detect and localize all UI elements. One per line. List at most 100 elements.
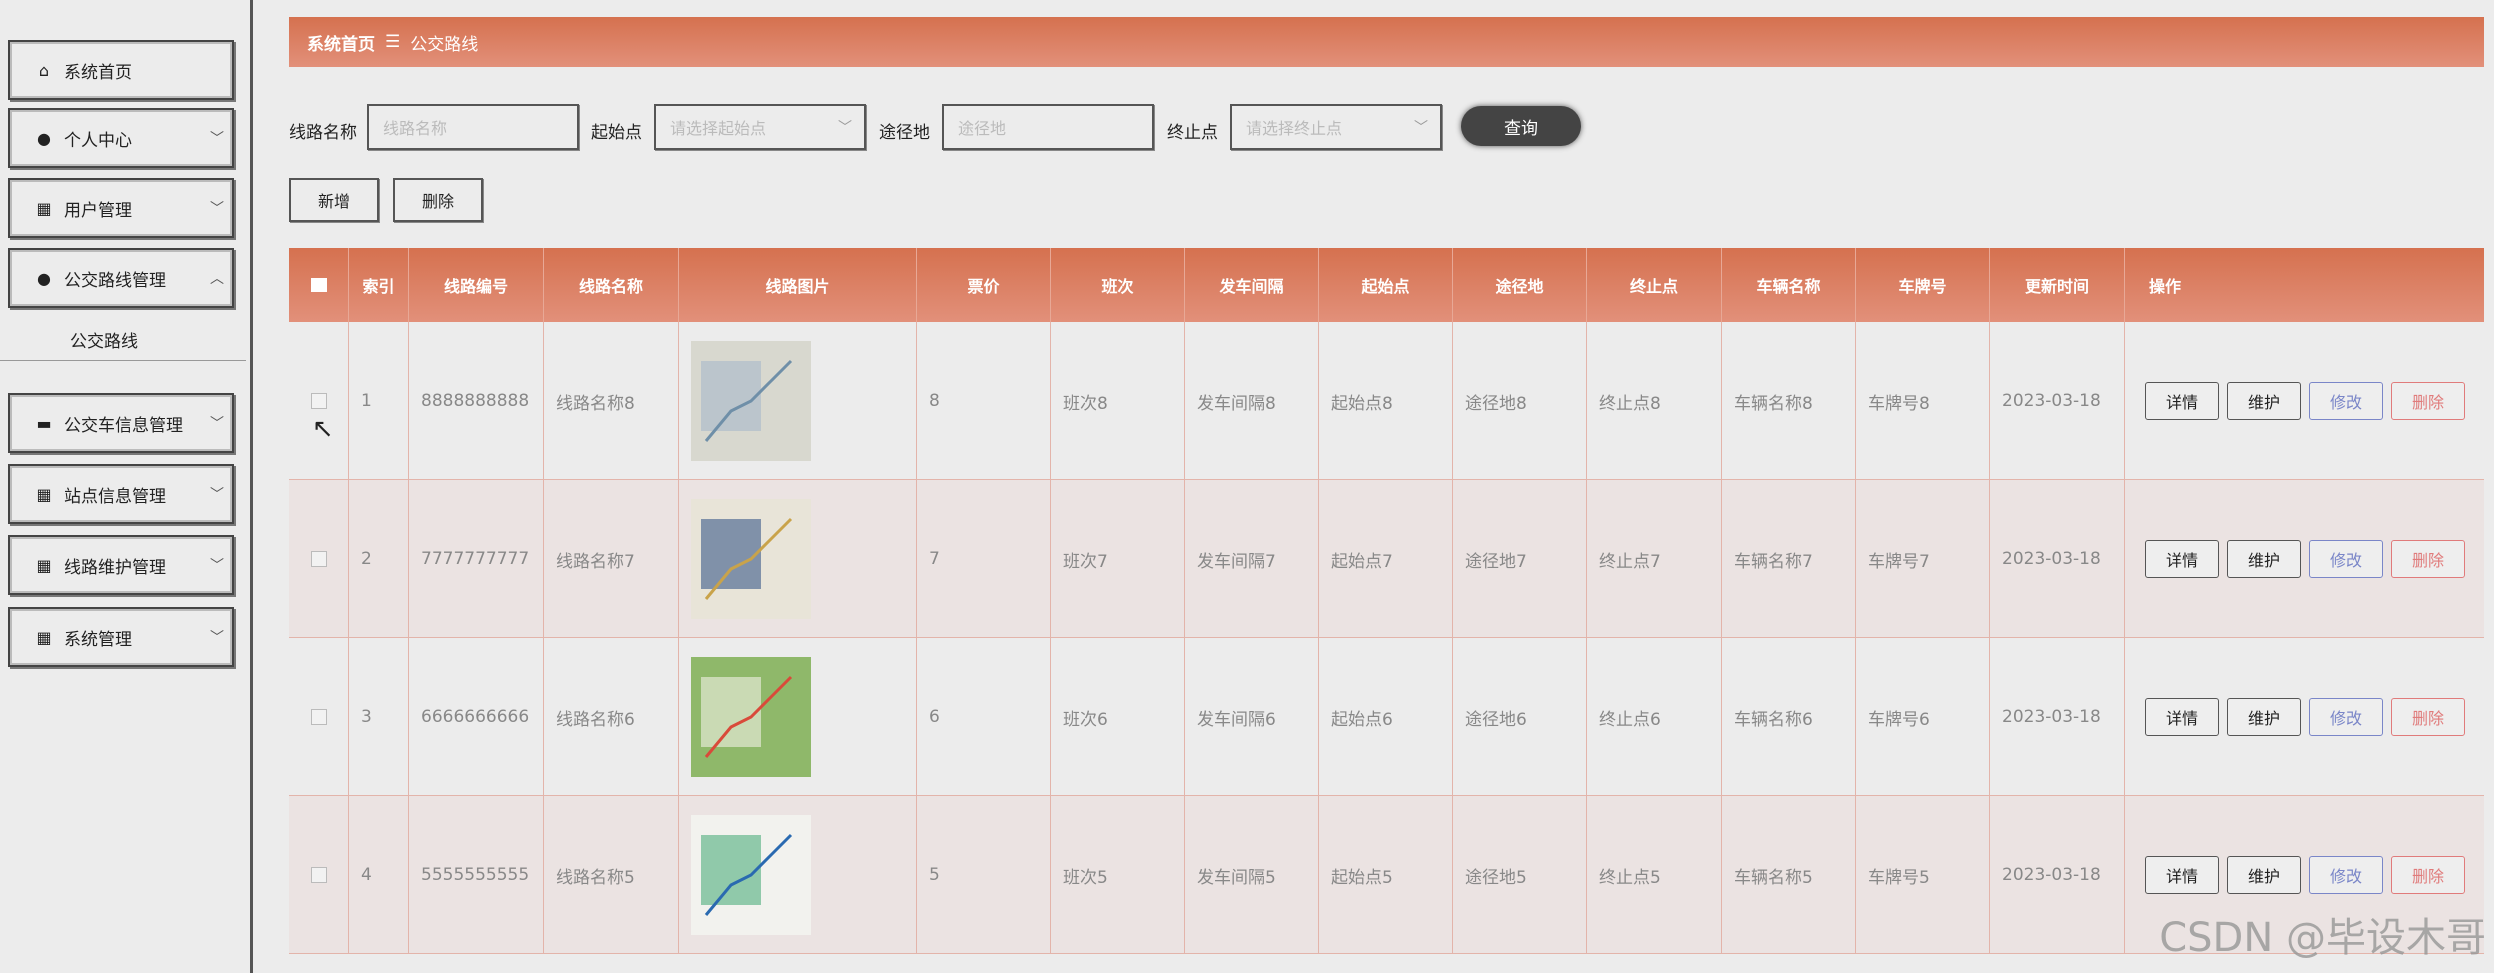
edit-button[interactable]: 修改: [2309, 382, 2383, 420]
sidebar-item-system[interactable]: ▦ 系统管理 ﹀: [8, 607, 234, 667]
sidebar-item-label: 系统首页: [64, 62, 132, 83]
select-all-checkbox[interactable]: [289, 248, 349, 322]
name-value: 线路名称8: [556, 393, 635, 414]
plate-value: 车牌号5: [1868, 867, 1930, 888]
cell-name: 线路名称6: [544, 638, 679, 796]
vehicle-value: 车辆名称5: [1734, 867, 1813, 888]
cell-index: 3: [349, 638, 409, 796]
edit-button[interactable]: 修改: [2309, 540, 2383, 578]
sidebar-item-stations[interactable]: ▦ 站点信息管理 ﹀: [8, 464, 234, 524]
sidebar-item-label: 系统管理: [64, 629, 132, 650]
cell-code: 8888888888: [409, 322, 544, 480]
delete-button[interactable]: 删除: [2391, 540, 2465, 578]
grid-icon: ▦: [36, 555, 52, 575]
end-label: 终止点: [1167, 123, 1218, 143]
cell-code: 5555555555: [409, 796, 544, 954]
breadcrumb: 系统首页 ☰ 公交路线: [289, 17, 2484, 67]
cell-end: 终止点8: [1587, 322, 1722, 480]
header-label: 车辆名称: [1756, 277, 1821, 296]
sidebar-item-bus-info[interactable]: ▬ 公交车信息管理 ﹀: [8, 393, 234, 453]
cell-start: 起始点5: [1319, 796, 1453, 954]
query-button[interactable]: 查询: [1461, 106, 1581, 146]
code-value: 6666666666: [421, 707, 530, 727]
row-checkbox[interactable]: [310, 867, 327, 883]
delete-button[interactable]: 删除: [2391, 698, 2465, 736]
message-icon: ▬: [36, 413, 52, 433]
sidebar-item-home[interactable]: ⌂ 系统首页: [8, 40, 234, 100]
sidebar-item-route-maintenance[interactable]: ▦ 线路维护管理 ﹀: [8, 535, 234, 595]
delete-button-label: 删除: [421, 192, 454, 211]
cell-name: 线路名称7: [544, 480, 679, 638]
sidebar-item-bus-routes[interactable]: ● 公交路线管理 ︿: [8, 248, 234, 308]
route-name-input[interactable]: 线路名称: [367, 104, 579, 150]
header-label: 终止点: [1629, 277, 1678, 296]
edit-button[interactable]: 修改: [2309, 698, 2383, 736]
detail-button[interactable]: 详情: [2145, 698, 2219, 736]
checkbox-cell: [289, 480, 349, 638]
end-value: 终止点7: [1599, 551, 1661, 572]
cell-plate: 车牌号5: [1856, 796, 1990, 954]
end-select[interactable]: 请选择终止点 ﹀: [1230, 104, 1442, 150]
detail-button[interactable]: 详情: [2145, 382, 2219, 420]
edit-button[interactable]: 修改: [2309, 856, 2383, 894]
route-map-thumbnail[interactable]: [691, 341, 811, 461]
sidebar-item-label: 站点信息管理: [64, 486, 166, 507]
updated-value: 2023-03-18: [2002, 865, 2101, 885]
plate-value: 车牌号7: [1868, 551, 1930, 572]
add-button[interactable]: 新增: [289, 178, 379, 222]
header-label: 线路图片: [765, 277, 830, 296]
shift-value: 班次8: [1063, 393, 1108, 414]
cell-price: 6: [917, 638, 1051, 796]
sidebar-subitem-bus-route[interactable]: 公交路线: [0, 318, 246, 361]
cell-index: 4: [349, 796, 409, 954]
sidebar-item-users[interactable]: ▦ 用户管理 ﹀: [8, 178, 234, 238]
cell-end: 终止点6: [1587, 638, 1722, 796]
maintain-button[interactable]: 维护: [2227, 540, 2301, 578]
cell-price: 5: [917, 796, 1051, 954]
via-value: 途径地7: [1465, 551, 1527, 572]
cell-interval: 发车间隔7: [1185, 480, 1319, 638]
delete-button[interactable]: 删除: [393, 178, 483, 222]
table-row: 2 7777777777 线路名称7 7 班次7 发车间隔7 起始点7 途径地7 终止点7 车辆名…: [289, 480, 2484, 638]
price-value: 7: [929, 549, 940, 569]
cell-code: 6666666666: [409, 638, 544, 796]
cell-interval: 发车间隔6: [1185, 638, 1319, 796]
maintain-button[interactable]: 维护: [2227, 698, 2301, 736]
name-value: 线路名称6: [556, 709, 635, 730]
route-image-cell: [679, 796, 917, 954]
updated-value: 2023-03-18: [2002, 707, 2101, 727]
index-value: 2: [361, 549, 372, 569]
sidebar-item-label: 线路维护管理: [64, 557, 166, 578]
cell-name: 线路名称8: [544, 322, 679, 480]
end-placeholder: 请选择终止点: [1246, 119, 1343, 138]
row-checkbox[interactable]: [310, 551, 327, 567]
col-vehicle: 车辆名称: [1722, 248, 1856, 322]
table-row: 1 8888888888 线路名称8 8 班次8 发车间隔8 起始点8 途径地8 终止点8 车辆名…: [289, 322, 2484, 480]
col-updated: 更新时间: [1990, 248, 2125, 322]
sidebar-item-label: 公交车信息管理: [64, 415, 183, 436]
row-checkbox[interactable]: [310, 393, 327, 409]
submenu-label: 公交路线: [70, 331, 138, 352]
route-map-thumbnail[interactable]: [691, 815, 811, 935]
end-value: 终止点5: [1599, 867, 1661, 888]
route-map-thumbnail[interactable]: [691, 657, 811, 777]
detail-button[interactable]: 详情: [2145, 540, 2219, 578]
via-input[interactable]: 途径地: [942, 104, 1154, 150]
maintain-button[interactable]: 维护: [2227, 856, 2301, 894]
row-checkbox[interactable]: [310, 709, 327, 725]
detail-button[interactable]: 详情: [2145, 856, 2219, 894]
chevron-down-icon: ﹀: [210, 487, 224, 503]
breadcrumb-home[interactable]: 系统首页: [307, 30, 375, 55]
chevron-down-icon: ﹀: [210, 131, 224, 147]
cell-updated: 2023-03-18: [1990, 638, 2125, 796]
maintain-button[interactable]: 维护: [2227, 382, 2301, 420]
cell-end: 终止点7: [1587, 480, 1722, 638]
plate-value: 车牌号8: [1868, 393, 1930, 414]
watermark: CSDN @毕设木哥: [2159, 915, 2486, 961]
route-map-thumbnail[interactable]: [691, 499, 811, 619]
delete-button[interactable]: 删除: [2391, 382, 2465, 420]
grid-icon: ▦: [36, 198, 52, 218]
delete-button[interactable]: 删除: [2391, 856, 2465, 894]
sidebar-item-personal[interactable]: ● 个人中心 ﹀: [8, 108, 234, 168]
start-select[interactable]: 请选择起始点 ﹀: [654, 104, 866, 150]
